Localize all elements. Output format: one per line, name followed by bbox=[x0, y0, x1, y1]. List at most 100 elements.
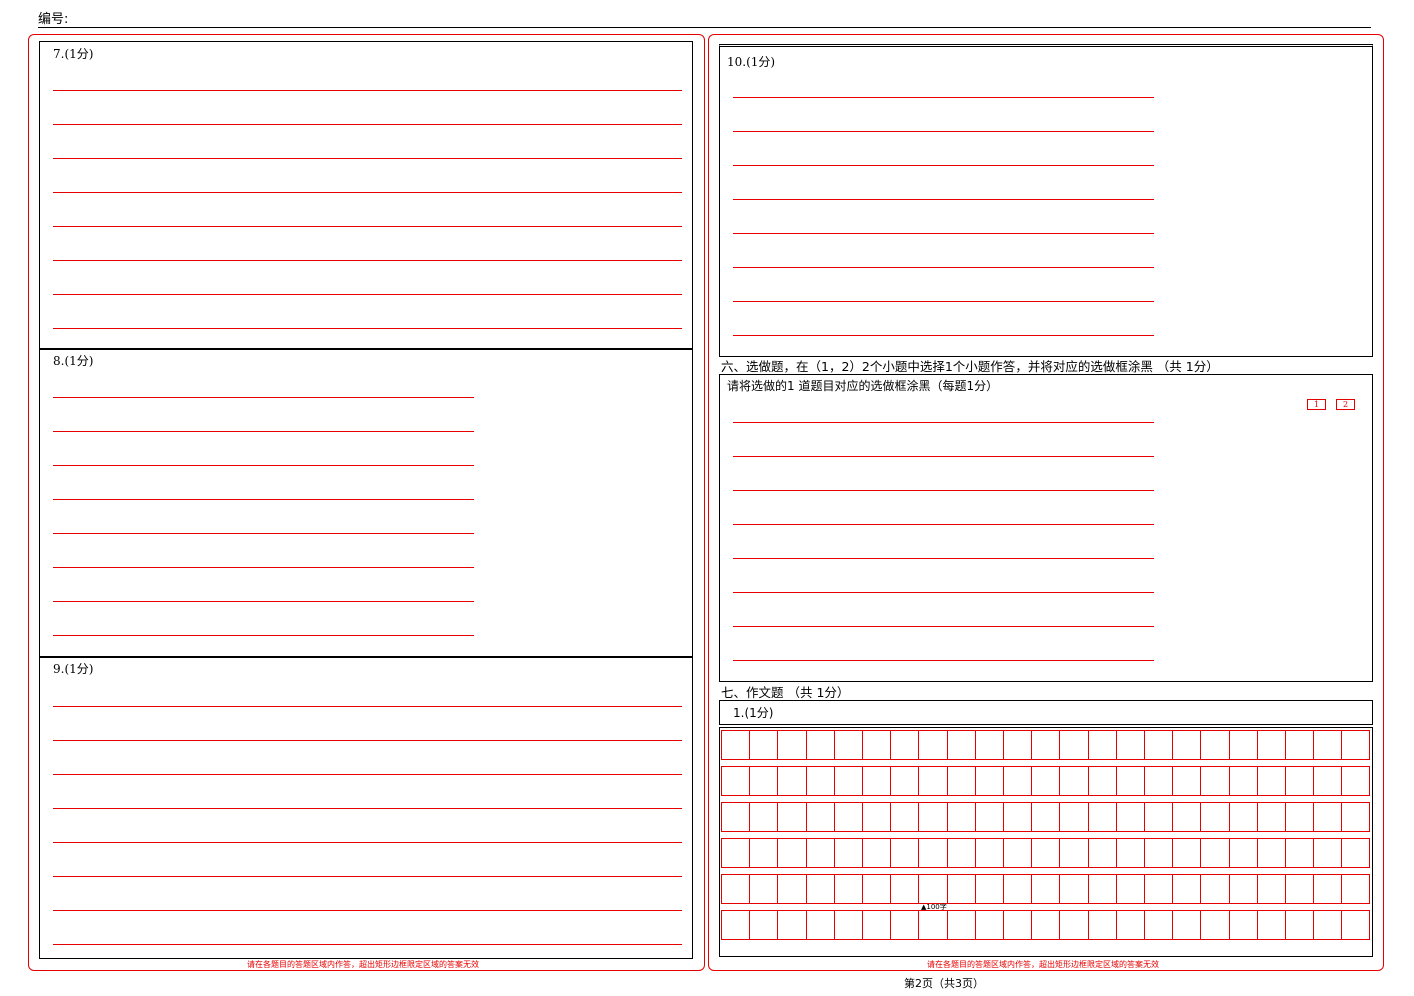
essay-grid-cell[interactable] bbox=[890, 766, 892, 796]
answer-line[interactable] bbox=[53, 808, 682, 809]
essay-grid-cell[interactable] bbox=[1256, 838, 1258, 868]
essay-grid-cell[interactable] bbox=[1172, 730, 1174, 760]
essay-grid-cell[interactable] bbox=[1256, 730, 1258, 760]
essay-grid-cell[interactable] bbox=[1228, 802, 1230, 832]
essay-grid-cell[interactable] bbox=[1200, 838, 1202, 868]
answer-line[interactable] bbox=[53, 124, 682, 125]
essay-grid-cell[interactable] bbox=[1087, 838, 1089, 868]
essay-grid-cell[interactable] bbox=[1003, 802, 1004, 832]
essay-grid-cell[interactable] bbox=[805, 874, 807, 904]
answer-line[interactable] bbox=[733, 660, 1154, 661]
essay-grid-cell[interactable] bbox=[1087, 766, 1089, 796]
essay-grid-cell[interactable] bbox=[918, 766, 920, 796]
answer-line[interactable] bbox=[733, 422, 1154, 423]
answer-line[interactable] bbox=[53, 260, 682, 261]
essay-grid-cell[interactable] bbox=[862, 910, 863, 940]
essay-grid-cell[interactable] bbox=[1285, 910, 1286, 940]
essay-grid-cell[interactable] bbox=[1228, 730, 1230, 760]
essay-grid-cell[interactable] bbox=[1256, 874, 1258, 904]
essay-grid-cell[interactable] bbox=[1313, 874, 1315, 904]
essay-grid-cell[interactable] bbox=[805, 730, 807, 760]
essay-grid-cell[interactable] bbox=[1172, 802, 1174, 832]
answer-line[interactable] bbox=[53, 944, 682, 945]
answer-line[interactable] bbox=[53, 842, 682, 843]
essay-grid-cell[interactable] bbox=[1228, 766, 1230, 796]
essay-grid-cell[interactable] bbox=[1172, 838, 1174, 868]
essay-grid-cell[interactable] bbox=[1059, 802, 1061, 832]
essay-grid-cell[interactable] bbox=[1115, 730, 1117, 760]
essay-grid-cell[interactable] bbox=[1059, 874, 1061, 904]
answer-line[interactable] bbox=[53, 706, 682, 707]
answer-line[interactable] bbox=[53, 465, 474, 466]
essay-grid-cell[interactable] bbox=[1313, 838, 1315, 868]
essay-grid-cell[interactable] bbox=[1285, 838, 1286, 868]
essay-grid-cell[interactable] bbox=[1228, 874, 1230, 904]
answer-line[interactable] bbox=[53, 533, 474, 534]
essay-grid-cell[interactable] bbox=[1341, 838, 1343, 868]
essay-grid-cell[interactable] bbox=[946, 802, 948, 832]
essay-grid-cell[interactable] bbox=[1087, 874, 1089, 904]
essay-grid-cell[interactable] bbox=[1172, 874, 1174, 904]
essay-grid-cell[interactable] bbox=[890, 838, 892, 868]
essay-grid-cell[interactable] bbox=[1200, 910, 1202, 940]
essay-grid-cell[interactable] bbox=[1031, 802, 1033, 832]
answer-line[interactable] bbox=[733, 131, 1154, 132]
answer-line[interactable] bbox=[53, 876, 682, 877]
essay-grid-cell[interactable] bbox=[833, 838, 835, 868]
essay-grid-cell[interactable] bbox=[1059, 838, 1061, 868]
answer-line[interactable] bbox=[53, 567, 474, 568]
essay-grid-cell[interactable] bbox=[1285, 766, 1286, 796]
essay-grid-cell[interactable] bbox=[833, 730, 835, 760]
essay-grid-cell[interactable] bbox=[749, 874, 751, 904]
essay-grid-cell[interactable] bbox=[974, 838, 976, 868]
essay-grid-cell[interactable] bbox=[1144, 910, 1145, 940]
essay-grid-cell[interactable] bbox=[805, 838, 807, 868]
answer-line[interactable] bbox=[53, 158, 682, 159]
essay-grid-cell[interactable] bbox=[862, 730, 863, 760]
essay-grid-cell[interactable] bbox=[1256, 802, 1258, 832]
essay-grid-cell[interactable] bbox=[1256, 910, 1258, 940]
answer-line[interactable] bbox=[733, 524, 1154, 525]
essay-grid-cell[interactable] bbox=[974, 874, 976, 904]
essay-grid-cell[interactable] bbox=[1031, 730, 1033, 760]
essay-grid-cell[interactable] bbox=[974, 766, 976, 796]
essay-grid-cell[interactable] bbox=[1115, 802, 1117, 832]
answer-line[interactable] bbox=[53, 499, 474, 500]
essay-grid-cell[interactable] bbox=[918, 910, 920, 940]
answer-line[interactable] bbox=[733, 165, 1154, 166]
essay-grid-cell[interactable] bbox=[1144, 838, 1145, 868]
answer-line[interactable] bbox=[53, 910, 682, 911]
essay-grid-cell[interactable] bbox=[833, 874, 835, 904]
essay-grid-cell[interactable] bbox=[1144, 766, 1145, 796]
answer-line[interactable] bbox=[53, 226, 682, 227]
answer-line[interactable] bbox=[53, 740, 682, 741]
essay-grid-cell[interactable] bbox=[946, 766, 948, 796]
answer-line[interactable] bbox=[53, 774, 682, 775]
essay-grid-cell[interactable] bbox=[1200, 874, 1202, 904]
essay-grid-cell[interactable] bbox=[946, 838, 948, 868]
choice-box-1[interactable]: 1 bbox=[1307, 399, 1326, 410]
answer-line[interactable] bbox=[733, 490, 1154, 491]
essay-grid-cell[interactable] bbox=[862, 802, 863, 832]
essay-grid-cell[interactable] bbox=[890, 910, 892, 940]
essay-grid-cell[interactable] bbox=[805, 910, 807, 940]
answer-line[interactable] bbox=[733, 267, 1154, 268]
answer-line[interactable] bbox=[53, 90, 682, 91]
essay-grid-cell[interactable] bbox=[1003, 766, 1004, 796]
essay-grid-cell[interactable] bbox=[1144, 730, 1145, 760]
essay-grid-cell[interactable] bbox=[918, 838, 920, 868]
essay-grid-cell[interactable] bbox=[918, 730, 920, 760]
answer-line[interactable] bbox=[53, 635, 474, 636]
answer-line[interactable] bbox=[53, 192, 682, 193]
essay-grid-cell[interactable] bbox=[1228, 910, 1230, 940]
essay-grid-cell[interactable] bbox=[946, 874, 948, 904]
essay-grid-cell[interactable] bbox=[805, 802, 807, 832]
essay-grid-cell[interactable] bbox=[1228, 838, 1230, 868]
essay-grid-cell[interactable] bbox=[1003, 874, 1004, 904]
essay-grid-cell[interactable] bbox=[1031, 838, 1033, 868]
essay-grid-cell[interactable] bbox=[1115, 910, 1117, 940]
essay-grid-cell[interactable] bbox=[1144, 874, 1145, 904]
essay-grid-cell[interactable] bbox=[918, 802, 920, 832]
essay-grid-cell[interactable] bbox=[946, 910, 948, 940]
essay-grid-cell[interactable] bbox=[749, 838, 751, 868]
